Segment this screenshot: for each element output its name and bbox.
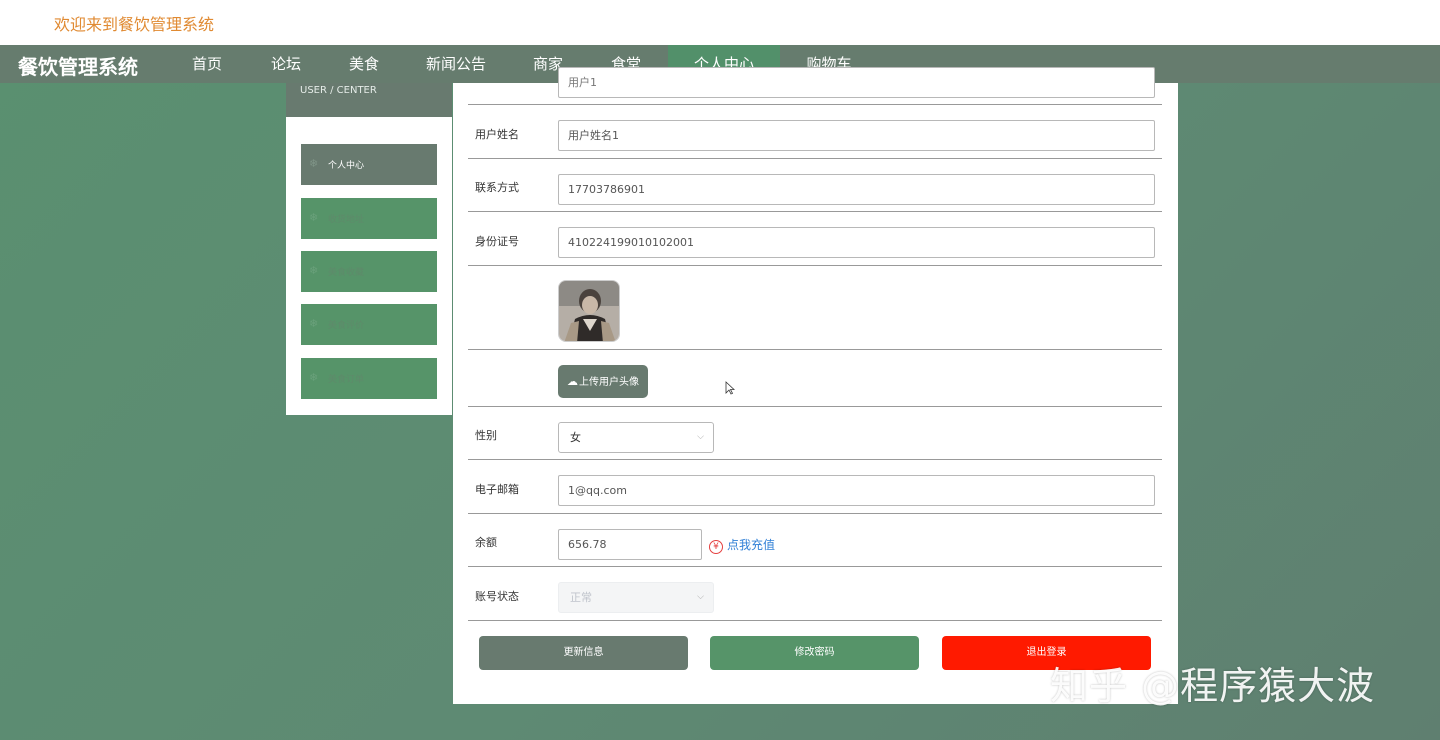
gender-select[interactable]: 女 ⌵ <box>558 422 714 453</box>
nav-item-forum[interactable]: 论坛 <box>253 45 319 83</box>
row-divider <box>468 620 1162 621</box>
phone-label: 联系方式 <box>475 181 519 194</box>
snowflake-icon: ❄ <box>309 371 319 384</box>
balance-input[interactable]: 656.78 <box>558 529 702 560</box>
recharge-link[interactable]: ¥ 点我充值 <box>709 536 775 554</box>
welcome-text: 欢迎来到餐饮管理系统 <box>54 15 215 34</box>
email-input[interactable]: 1@qq.com <box>558 475 1155 506</box>
sidebar-item-label: 美食收藏 <box>328 268 365 278</box>
row-divider <box>468 265 1162 266</box>
account-status-value: 正常 <box>570 591 592 604</box>
user-center-sidebar: USER / CENTER ❄ 个人中心 ❄ 收货地址 ❄ 美食收藏 ❄ 美食评… <box>286 83 452 415</box>
snowflake-icon: ❄ <box>309 211 319 224</box>
sidebar-item-orders[interactable]: ❄ 美食订单 <box>301 358 437 399</box>
sidebar-item-address[interactable]: ❄ 收货地址 <box>301 198 437 239</box>
cloud-upload-icon: ☁ <box>567 375 578 388</box>
row-divider <box>468 513 1162 514</box>
gender-select-value: 女 <box>570 431 581 444</box>
upload-avatar-button[interactable]: ☁上传用户头像 <box>558 365 648 398</box>
top-bar: 欢迎来到餐饮管理系统 <box>0 0 1440 45</box>
chevron-down-icon: ⌵ <box>697 592 704 602</box>
sidebar-item-label: 收货地址 <box>328 215 365 225</box>
change-password-button[interactable]: 修改密码 <box>710 636 919 670</box>
snowflake-icon: ❄ <box>309 264 319 277</box>
yen-icon: ¥ <box>709 540 723 554</box>
sidebar-item-favorites[interactable]: ❄ 美食收藏 <box>301 251 437 292</box>
sidebar-item-reviews[interactable]: ❄ 美食评价 <box>301 304 437 345</box>
account-status-select: 正常 ⌵ <box>558 582 714 613</box>
snowflake-icon: ❄ <box>309 157 319 170</box>
sidebar-item-user-center[interactable]: ❄ 个人中心 <box>301 144 437 185</box>
account-input[interactable]: 用户1 <box>558 67 1155 98</box>
gender-label: 性别 <box>475 429 497 442</box>
row-divider <box>468 104 1162 105</box>
row-divider <box>468 406 1162 407</box>
row-divider <box>468 158 1162 159</box>
name-input[interactable]: 用户姓名1 <box>558 120 1155 151</box>
sidebar-item-label: 美食评价 <box>328 321 365 331</box>
watermark-text: 知乎 @程序猿大波 <box>1050 664 1376 708</box>
user-avatar <box>558 280 620 342</box>
brand-title: 餐饮管理系统 <box>18 55 138 79</box>
phone-input[interactable]: 17703786901 <box>558 174 1155 205</box>
sidebar-header: USER / CENTER <box>286 83 452 117</box>
account-status-label: 账号状态 <box>475 590 519 603</box>
mouse-cursor-icon <box>725 381 735 395</box>
balance-label: 余额 <box>475 536 497 549</box>
nav-item-home[interactable]: 首页 <box>174 45 240 83</box>
update-info-button[interactable]: 更新信息 <box>479 636 688 670</box>
id-number-label: 身份证号 <box>475 235 519 248</box>
profile-form: 用户1 用户姓名 用户姓名1 联系方式 17703786901 身份证号 410… <box>453 67 1178 704</box>
recharge-label: 点我充值 <box>727 538 776 552</box>
upload-avatar-label: 上传用户头像 <box>579 377 639 388</box>
nav-item-news[interactable]: 新闻公告 <box>416 45 496 83</box>
email-label: 电子邮箱 <box>475 483 519 496</box>
sidebar-title: USER / CENTER <box>300 85 377 96</box>
chevron-down-icon: ⌵ <box>697 432 704 442</box>
sidebar-item-label: 个人中心 <box>328 161 365 171</box>
id-number-input[interactable]: 410224199010102001 <box>558 227 1155 258</box>
name-label: 用户姓名 <box>475 128 519 141</box>
row-divider <box>468 459 1162 460</box>
sidebar-item-label: 美食订单 <box>328 375 365 385</box>
nav-item-food[interactable]: 美食 <box>331 45 397 83</box>
row-divider <box>468 349 1162 350</box>
snowflake-icon: ❄ <box>309 317 319 330</box>
row-divider <box>468 566 1162 567</box>
row-divider <box>468 211 1162 212</box>
